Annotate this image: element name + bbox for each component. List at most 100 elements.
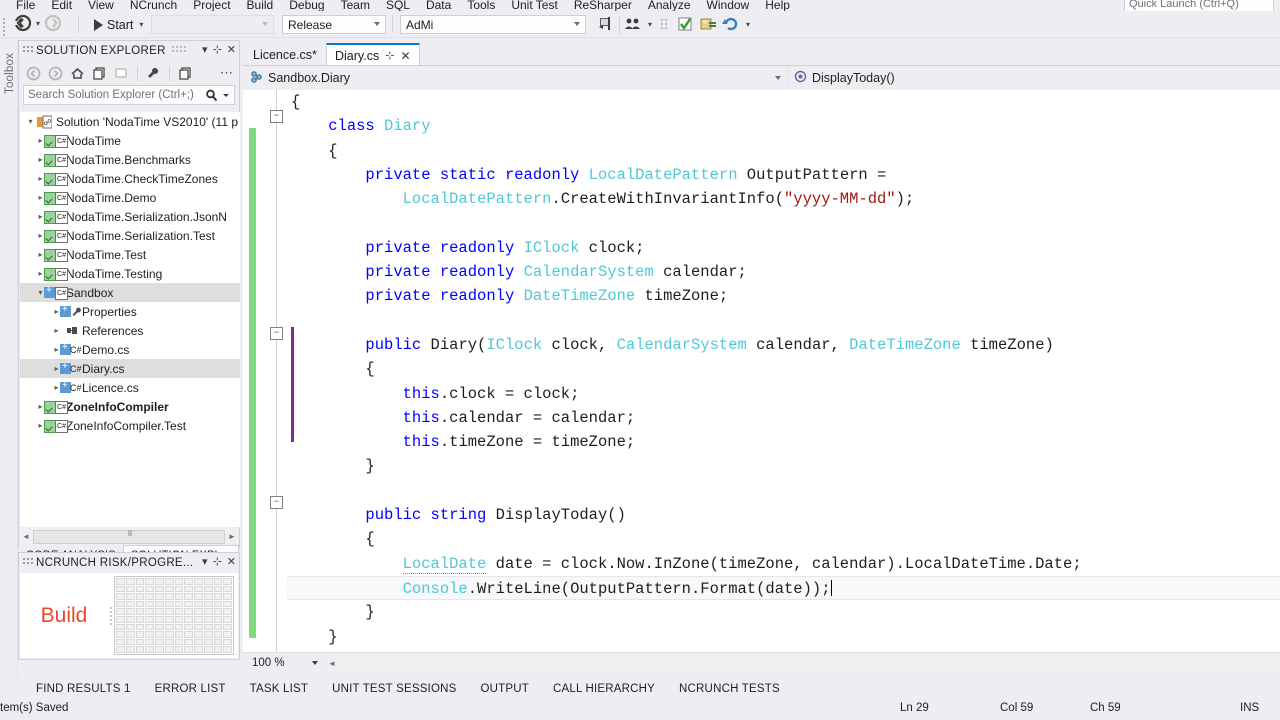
editor-zoom-level[interactable]: 100 % xyxy=(243,657,312,669)
ncrunch-grid-cell[interactable] xyxy=(184,585,193,593)
code-line[interactable]: class Diary xyxy=(287,114,1280,138)
ncrunch-grid-cell[interactable] xyxy=(116,631,125,638)
editor-horizontal-scrollbar[interactable]: 100 % ◄ xyxy=(243,652,1280,673)
ncrunch-grid-cell[interactable] xyxy=(145,600,154,608)
ncrunch-grid-cell[interactable] xyxy=(213,585,223,593)
startup-project-combo[interactable] xyxy=(151,15,274,34)
ncrunch-grid-cell[interactable] xyxy=(125,600,135,608)
ncrunch-grid-cell[interactable] xyxy=(203,608,213,615)
ncrunch-grid-cell[interactable] xyxy=(184,615,193,623)
tree-node-nodatime-checktimezones[interactable]: ▸ C# NodaTime.CheckTimeZones xyxy=(20,169,240,188)
ncrunch-grid-cell[interactable] xyxy=(145,615,154,623)
ncrunch-grid-cell[interactable] xyxy=(184,578,193,585)
ncrunch-grid-cell[interactable] xyxy=(164,593,174,600)
ncrunch-grid-cell[interactable] xyxy=(125,623,135,631)
ncrunch-grid-cell[interactable] xyxy=(213,638,223,646)
code-line[interactable]: public Diary(IClock clock, CalendarSyste… xyxy=(287,333,1280,357)
back-icon[interactable] xyxy=(25,65,42,82)
code-line[interactable]: } xyxy=(287,600,1280,624)
ncrunch-grid-cell[interactable] xyxy=(125,615,135,623)
code-line[interactable] xyxy=(287,309,1280,333)
ncrunch-grid-cell[interactable] xyxy=(135,646,145,653)
code-line[interactable]: } xyxy=(287,454,1280,478)
ncrunch-grid-cell[interactable] xyxy=(135,600,145,608)
code-line[interactable]: { xyxy=(287,90,1280,114)
platform-combo[interactable]: AdMi xyxy=(400,15,586,34)
ncrunch-grid-cell[interactable] xyxy=(213,631,223,638)
start-debug-button[interactable]: Start ▾ xyxy=(90,15,149,34)
tree-expander[interactable]: ▾ xyxy=(24,117,37,126)
ncrunch-grid-cell[interactable] xyxy=(125,638,135,646)
ncrunch-grid-cell[interactable] xyxy=(184,608,193,615)
navigate-backward-dropdown-icon[interactable]: ▾ xyxy=(36,19,40,28)
ncrunch-grid-cell[interactable] xyxy=(125,585,135,593)
tree-root-solution[interactable]: ▾ ☍ Solution 'NodaTime VS2010' (11 p xyxy=(20,112,240,131)
solution-tree[interactable]: ▾ ☍ Solution 'NodaTime VS2010' (11 p ▸ C#… xyxy=(20,112,240,527)
tree-node-nodatime-testing[interactable]: ▸ C# NodaTime.Testing xyxy=(20,264,240,283)
scroll-left-icon[interactable]: ◄ xyxy=(326,659,338,668)
tree-node-demo-cs[interactable]: ▸C#Demo.cs xyxy=(20,340,240,359)
ncrunch-grid-cell[interactable] xyxy=(184,600,193,608)
ncrunch-grid-cell[interactable] xyxy=(174,585,184,593)
code-line[interactable]: private static readonly LocalDatePattern… xyxy=(287,163,1280,187)
ncrunch-grid-cell[interactable] xyxy=(213,593,223,600)
ncrunch-splitter[interactable] xyxy=(108,573,114,658)
code-line[interactable]: } xyxy=(287,625,1280,649)
bottom-tab-task-list[interactable]: TASK LIST xyxy=(238,683,320,695)
tree-node-nodatime-benchmarks[interactable]: ▸ C# NodaTime.Benchmarks xyxy=(20,150,240,169)
pin-icon[interactable]: ⊹ xyxy=(213,555,222,569)
code-line[interactable]: Console.WriteLine(OutputPattern.Format(d… xyxy=(287,575,1280,601)
ncrunch-grid-cell[interactable] xyxy=(174,593,184,600)
ncrunch-grid-cell[interactable] xyxy=(135,631,145,638)
ncrunch-grid-cell[interactable] xyxy=(213,615,223,623)
chevron-down-icon[interactable]: ▾ xyxy=(202,43,208,57)
ncrunch-grid-cell[interactable] xyxy=(194,623,203,631)
ncrunch-grid-cell[interactable] xyxy=(164,623,174,631)
ncrunch-grid-cell[interactable] xyxy=(203,585,213,593)
search-options-icon[interactable] xyxy=(223,94,229,97)
ncrunch-grid-cell[interactable] xyxy=(164,600,174,608)
code-line[interactable]: { xyxy=(287,527,1280,551)
ncrunch-grid-cell[interactable] xyxy=(125,646,135,653)
code-line[interactable]: private readonly DateTimeZone timeZone; xyxy=(287,284,1280,308)
code-coverage-icon[interactable] xyxy=(698,15,718,34)
member-scope-combo[interactable]: DisplayToday() xyxy=(788,66,1280,90)
bottom-tab-ncrunch-tests[interactable]: NCRUNCH TESTS xyxy=(667,683,792,695)
ncrunch-grid-cell[interactable] xyxy=(194,585,203,593)
show-all-files-icon[interactable] xyxy=(177,65,194,82)
tree-node-sandbox[interactable]: ▾C#Sandbox xyxy=(20,283,240,302)
code-line[interactable]: private readonly CalendarSystem calendar… xyxy=(287,260,1280,284)
tree-node-nodatime-test[interactable]: ▸ C# NodaTime.Test xyxy=(20,245,240,264)
ncrunch-grid-cell[interactable] xyxy=(203,623,213,631)
panel-grip-icon[interactable] xyxy=(23,45,33,57)
ncrunch-grid-cell[interactable] xyxy=(223,638,232,646)
ncrunch-grid-cell[interactable] xyxy=(155,631,164,638)
ncrunch-grid-cell[interactable] xyxy=(194,578,203,585)
ncrunch-grid-cell[interactable] xyxy=(164,608,174,615)
ncrunch-grid-cell[interactable] xyxy=(125,608,135,615)
ncrunch-grid-cell[interactable] xyxy=(135,585,145,593)
ncrunch-grid-cell[interactable] xyxy=(184,631,193,638)
ncrunch-grid-cell[interactable] xyxy=(145,623,154,631)
ncrunch-grid-cell[interactable] xyxy=(155,593,164,600)
ncrunch-grid-cell[interactable] xyxy=(135,608,145,615)
refresh-icon[interactable] xyxy=(721,15,741,34)
ncrunch-grid-cell[interactable] xyxy=(223,631,232,638)
ncrunch-grid-cell[interactable] xyxy=(125,578,135,585)
sync-with-active-document-icon[interactable] xyxy=(91,65,108,82)
ncrunch-grid-cell[interactable] xyxy=(174,623,184,631)
close-icon[interactable]: ✕ xyxy=(400,49,410,63)
code-line[interactable]: this.calendar = calendar; xyxy=(287,406,1280,430)
ncrunch-grid-cell[interactable] xyxy=(164,615,174,623)
ncrunch-grid-cell[interactable] xyxy=(164,646,174,653)
outlining-collapse-icon[interactable]: − xyxy=(270,496,283,509)
ncrunch-grid-cell[interactable] xyxy=(174,638,184,646)
preview-selected-items-icon[interactable] xyxy=(113,65,130,82)
toolbox-collapsed-strip[interactable]: Toolbox xyxy=(0,38,18,684)
ncrunch-grid-cell[interactable] xyxy=(213,608,223,615)
run-tests-icon[interactable] xyxy=(675,15,695,34)
bottom-tab-find-results-1[interactable]: FIND RESULTS 1 xyxy=(24,683,143,695)
ncrunch-grid-cell[interactable] xyxy=(223,646,232,653)
ncrunch-grid-cell[interactable] xyxy=(194,615,203,623)
ncrunch-grid-cell[interactable] xyxy=(135,578,145,585)
